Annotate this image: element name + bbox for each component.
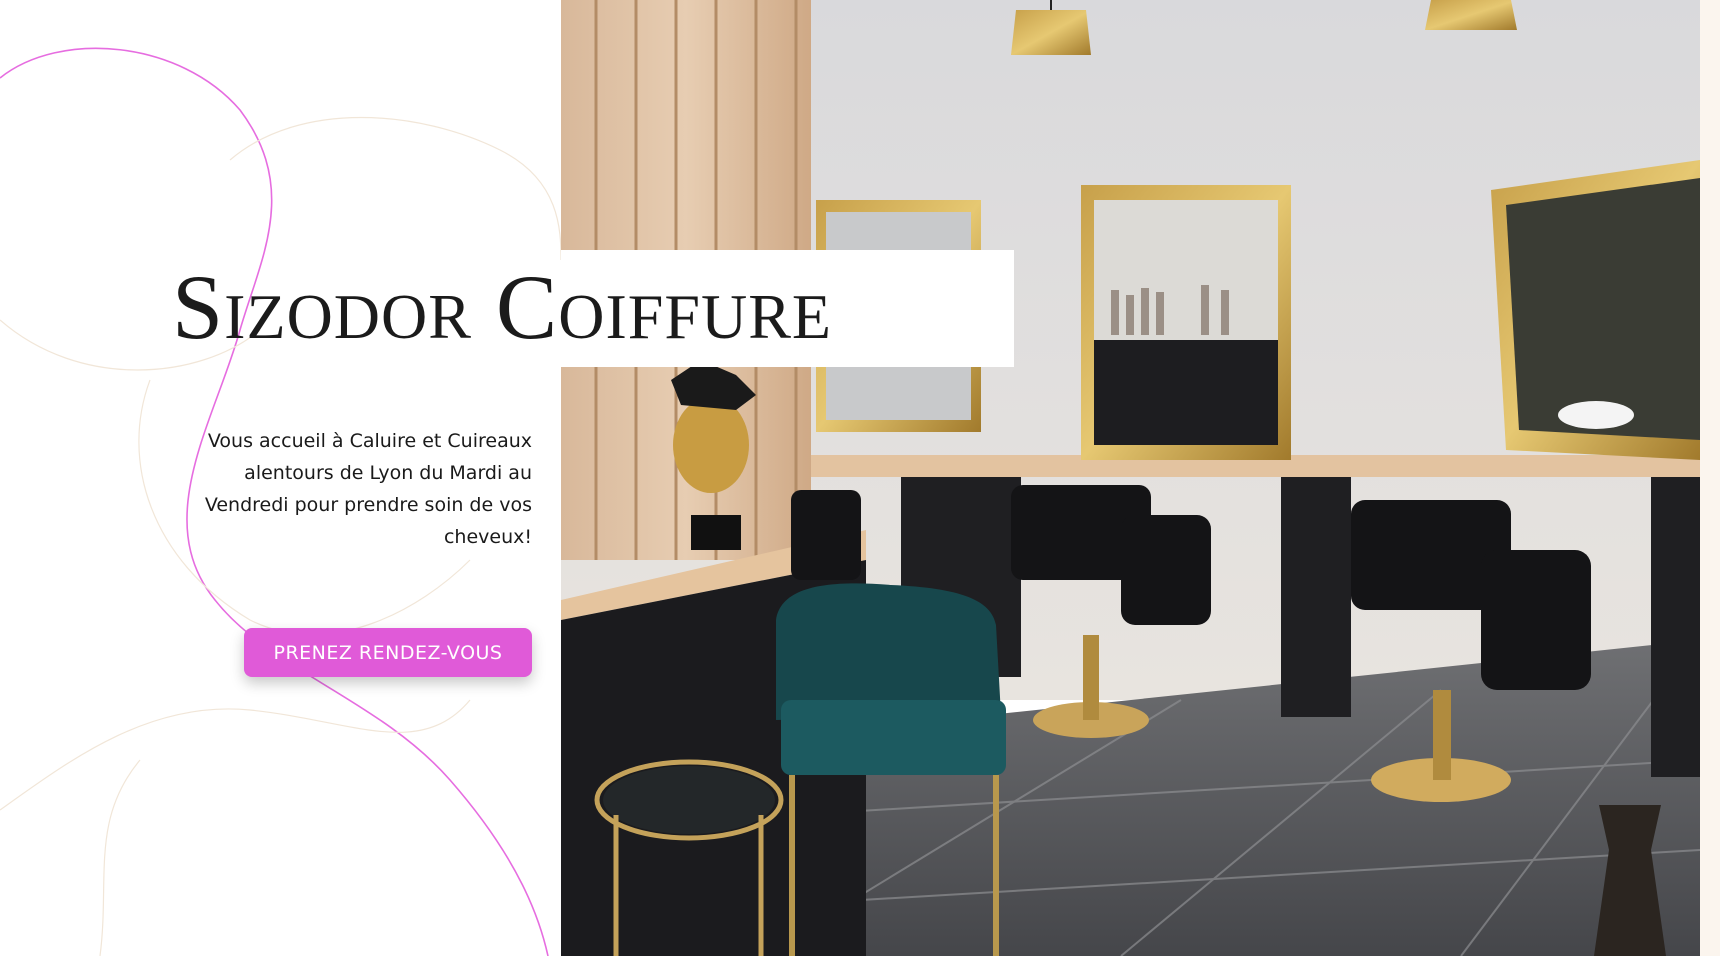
intro-text: Vous accueil à Caluire et Cuireaux alent… (204, 430, 532, 548)
salon-photo (561, 0, 1700, 956)
right-edge-strip (1700, 0, 1720, 956)
book-appointment-button[interactable]: PRENEZ RENDEZ-VOUS (244, 628, 532, 677)
site-title: Sizodor Coiffure (172, 256, 832, 358)
